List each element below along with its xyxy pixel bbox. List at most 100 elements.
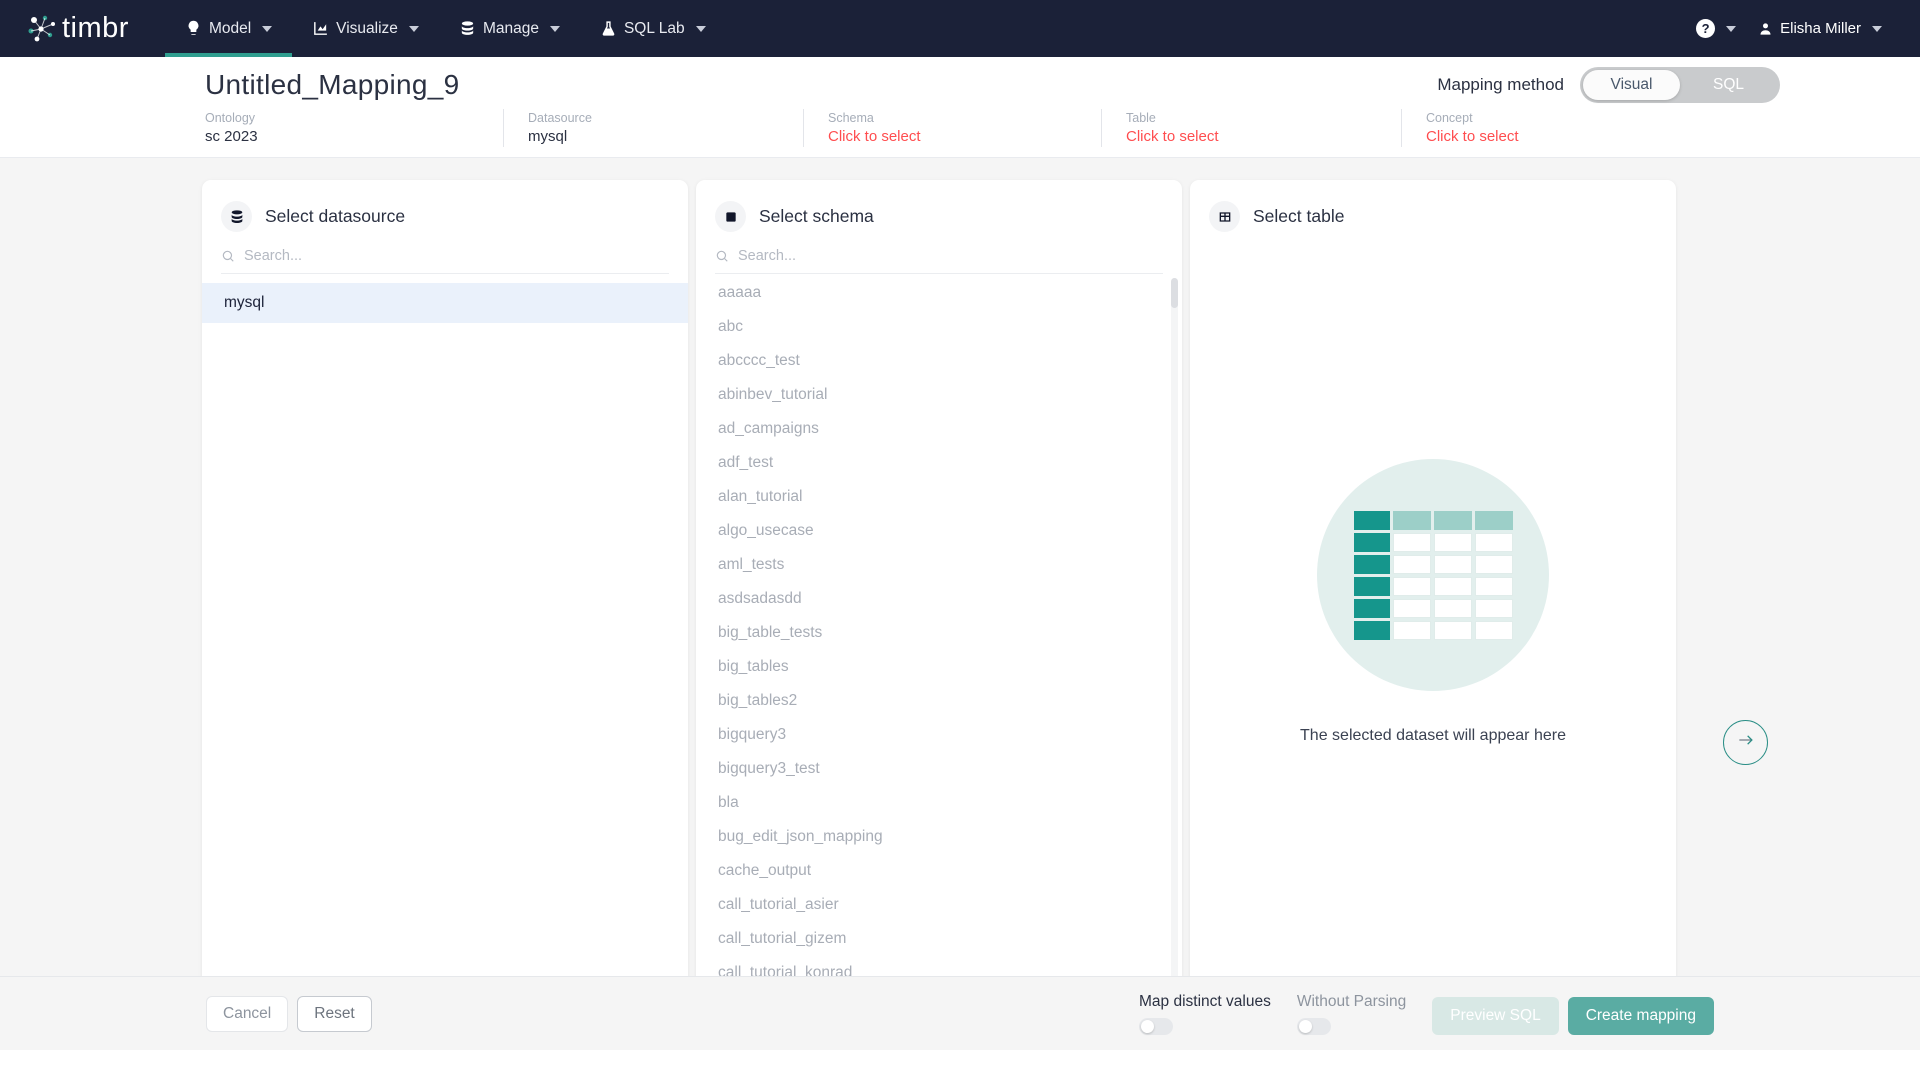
schema-list-item[interactable]: bug_edit_json_mapping: [696, 820, 1182, 854]
meta-value-schema[interactable]: Click to select: [828, 127, 1081, 147]
create-mapping-button[interactable]: Create mapping: [1567, 996, 1714, 1035]
meta-label-schema: Schema: [828, 111, 874, 125]
table-graphic-cell: [1433, 532, 1472, 552]
mapping-method-toggle[interactable]: Visual SQL: [1580, 67, 1780, 103]
meta-cell-table[interactable]: Table Click to select: [1101, 109, 1401, 147]
datasource-list: mysql: [202, 283, 688, 323]
footer-right-group: Map distinct values Without Parsing Prev…: [1139, 993, 1714, 1035]
chevron-down-icon: [262, 25, 273, 32]
title-row: Untitled_Mapping_9 Mapping method Visual…: [0, 67, 1920, 103]
table-empty-text: The selected dataset will appear here: [1300, 727, 1566, 744]
schema-list-item[interactable]: bla: [696, 786, 1182, 820]
meta-value-table[interactable]: Click to select: [1126, 127, 1381, 147]
schema-list-item[interactable]: abcccc_test: [696, 344, 1182, 378]
datasource-list-item-mysql[interactable]: mysql: [202, 283, 688, 323]
table-icon: [1209, 201, 1240, 232]
nav-item-manage[interactable]: Manage: [439, 0, 580, 57]
table-graphic-cell: [1392, 554, 1431, 574]
schema-list-item[interactable]: bigquery3_test: [696, 752, 1182, 786]
table-graphic-cell: [1433, 598, 1472, 618]
schema-list-item[interactable]: abinbev_tutorial: [696, 378, 1182, 412]
nav-item-model[interactable]: Model: [164, 0, 293, 57]
table-panel-title: Select table: [1253, 206, 1345, 226]
schema-list-item[interactable]: asdsadasdd: [696, 582, 1182, 616]
table-graphic-cell: [1353, 554, 1390, 574]
lightbulb-icon: [185, 20, 202, 37]
map-distinct-values-toggle[interactable]: [1139, 1017, 1174, 1035]
next-step-button[interactable]: [1723, 720, 1768, 765]
schema-search-input[interactable]: [738, 248, 1163, 264]
chevron-down-icon: [1726, 25, 1737, 32]
schema-list-item[interactable]: aaaaa: [696, 276, 1182, 310]
nav-item-sql-lab-label: SQL Lab: [623, 19, 685, 37]
cancel-button[interactable]: Cancel: [206, 995, 289, 1032]
table-graphic-cell: [1353, 620, 1390, 640]
without-parsing-label: Without Parsing: [1296, 992, 1407, 1010]
table-graphic-cell: [1353, 576, 1390, 596]
meta-label-table: Table: [1126, 111, 1156, 125]
help-menu[interactable]: ?: [1696, 19, 1737, 38]
flask-icon: [600, 20, 617, 37]
nav-item-visualize-label: Visualize: [336, 19, 398, 37]
schema-list-scrollbar-thumb[interactable]: [1171, 278, 1178, 308]
schema-list-item[interactable]: big_table_tests: [696, 616, 1182, 650]
schema-list-item[interactable]: adf_test: [696, 446, 1182, 480]
schema-list-item[interactable]: cache_output: [696, 854, 1182, 888]
schema-list-item[interactable]: call_tutorial_gizem: [696, 922, 1182, 956]
preview-sql-button[interactable]: Preview SQL: [1432, 996, 1559, 1035]
schema-panel-title: Select schema: [759, 206, 874, 226]
schema-list[interactable]: aaaaa abc abcccc_test abinbev_tutorial ad_ca…: [696, 274, 1182, 1022]
schema-list-item[interactable]: ad_campaigns: [696, 412, 1182, 446]
navbar-right: ? Elisha Miller: [1696, 19, 1894, 38]
schema-list-item[interactable]: big_tables2: [696, 684, 1182, 718]
nav-item-visualize[interactable]: Visualize: [292, 0, 439, 57]
table-graphic-cell: [1392, 598, 1431, 618]
mapping-method-group: Mapping method Visual SQL: [1437, 67, 1920, 103]
schema-list-item[interactable]: algo_usecase: [696, 514, 1182, 548]
table-graphic-cell: [1392, 576, 1431, 596]
user-menu[interactable]: Elisha Miller: [1758, 20, 1882, 37]
schema-panel: Select schema aaaaaabcabcccc_testabinbev…: [696, 180, 1182, 1035]
nav-item-manage-label: Manage: [482, 19, 539, 37]
page-subheader: Untitled_Mapping_9 Mapping method Visual…: [0, 57, 1920, 158]
schema-list-item[interactable]: alan_tutorial: [696, 480, 1182, 514]
schema-list-item[interactable]: big_tables: [696, 650, 1182, 684]
nav-item-sql-lab[interactable]: SQL Lab: [580, 0, 726, 57]
meta-cell-datasource: Datasource mysql: [503, 109, 803, 147]
meta-cell-schema[interactable]: Schema Click to select: [803, 109, 1101, 147]
panels-row: Select datasource mysql Select schema: [0, 180, 1920, 1035]
footer-buttons: Preview SQL Create mapping: [1432, 996, 1714, 1035]
table-graphic-cell: [1474, 554, 1513, 574]
brand-logo[interactable]: timbr: [26, 12, 129, 45]
help-icon: ?: [1696, 19, 1716, 38]
table-graphic-cell: [1474, 576, 1513, 596]
meta-value-ontology: sc 2023: [205, 128, 258, 145]
schema-list-item[interactable]: abc: [696, 310, 1182, 344]
user-avatar-icon: [1758, 21, 1773, 37]
footer-action-bar: Cancel Reset Map distinct values Without…: [0, 976, 1920, 1050]
table-graphic-cell: [1474, 532, 1513, 552]
brand-name: timbr: [62, 12, 129, 44]
meta-label-datasource: Datasource: [528, 111, 592, 125]
table-panel-header: Select table: [1190, 180, 1676, 232]
meta-value-concept[interactable]: Click to select: [1426, 127, 1681, 147]
table-graphic-cell: [1433, 510, 1472, 530]
meta-label-concept: Concept: [1426, 111, 1473, 125]
meta-cell-concept[interactable]: Concept Click to select: [1401, 109, 1701, 147]
datasource-panel-header: Select datasource: [202, 180, 688, 232]
reset-button[interactable]: Reset: [297, 995, 372, 1032]
schema-list-item[interactable]: aml_tests: [696, 548, 1182, 582]
datasource-search-row: [221, 248, 669, 274]
schema-search-row: [715, 248, 1163, 274]
main-area: Select datasource mysql Select schema: [0, 158, 1920, 1050]
schema-list-item[interactable]: bigquery3: [696, 718, 1182, 752]
schema-list-item[interactable]: call_tutorial_asier: [696, 888, 1182, 922]
mapping-method-option-sql[interactable]: SQL: [1680, 70, 1777, 100]
schema-list-scrollbar[interactable]: [1171, 278, 1178, 1018]
nav-menu: Model Visualize Manage SQL Lab: [164, 0, 726, 57]
without-parsing-toggle[interactable]: [1296, 1017, 1331, 1035]
chevron-down-icon: [408, 25, 419, 32]
datasource-search-input[interactable]: [244, 248, 669, 264]
map-distinct-values-label: Map distinct values: [1139, 992, 1271, 1010]
mapping-method-option-visual[interactable]: Visual: [1583, 70, 1680, 100]
